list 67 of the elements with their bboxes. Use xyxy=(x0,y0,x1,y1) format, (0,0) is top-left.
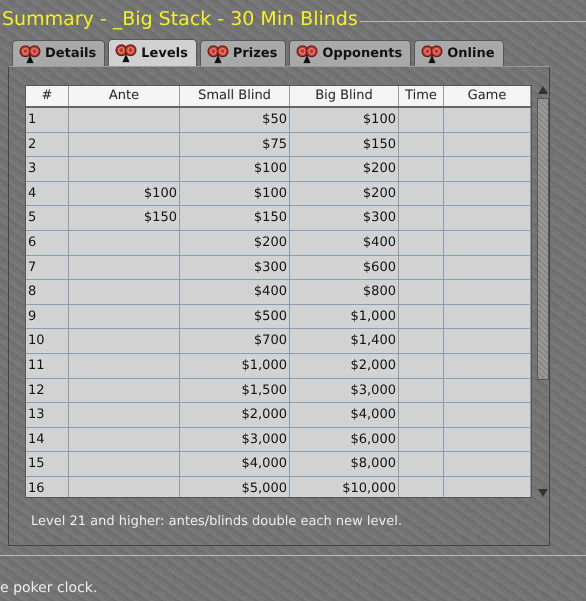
table-cell: 13 xyxy=(28,407,45,422)
chips-icon xyxy=(206,44,229,64)
table-cell: 1 xyxy=(28,112,36,127)
table-cell: $150 xyxy=(254,210,287,226)
table-cell: $150 xyxy=(144,210,177,226)
chips-icon xyxy=(421,44,444,64)
table-cell: $8,000 xyxy=(350,456,396,472)
tab[interactable]: Prizes xyxy=(200,40,286,66)
table-cell: $6,000 xyxy=(350,432,396,447)
table-cell: $100 xyxy=(254,161,287,176)
table-cell: 8 xyxy=(28,284,36,300)
table-cell: $400 xyxy=(254,284,287,300)
scroll-up-icon[interactable] xyxy=(536,85,548,95)
table-cell: $800 xyxy=(362,284,396,300)
tab[interactable]: Details xyxy=(12,40,106,66)
table-cell: 9 xyxy=(28,308,36,324)
table-cell: $300 xyxy=(362,210,396,226)
table-cell: 12 xyxy=(28,382,45,398)
table-cell: $2,000 xyxy=(242,407,287,422)
table-cell: $5,000 xyxy=(242,480,287,496)
tab[interactable]: Levels xyxy=(108,39,197,66)
table-cell: 10 xyxy=(28,333,45,348)
table-cell: $50 xyxy=(262,112,287,127)
table-cell: $3,000 xyxy=(350,382,396,398)
table-cell: $4,000 xyxy=(350,407,396,422)
table-cell: $300 xyxy=(254,260,287,275)
table-cell: 3 xyxy=(28,161,36,176)
table-cell: 2 xyxy=(28,136,36,152)
scroll-thumb[interactable] xyxy=(536,98,548,380)
table-cell: 14 xyxy=(28,432,45,447)
status-text: e poker clock. xyxy=(0,580,98,596)
chips-icon xyxy=(19,44,41,64)
note-text: Level 21 and higher: antes/blinds double each new level. xyxy=(30,514,403,529)
table-cell: $200 xyxy=(362,186,396,201)
table-cell: $100 xyxy=(144,186,177,201)
table-cell: $150 xyxy=(362,136,396,152)
chips-icon xyxy=(115,43,138,63)
table-cell: $1,500 xyxy=(242,382,287,398)
table-cell: 4 xyxy=(28,186,36,201)
scrollbar[interactable] xyxy=(536,85,549,498)
table-cell: $1,000 xyxy=(350,308,396,324)
table-cell: $10,000 xyxy=(342,480,396,496)
table-cell: 15 xyxy=(28,456,45,472)
window-title: Summary - _Big Stack - 30 Min Blinds xyxy=(1,8,358,30)
table-cell: 5 xyxy=(28,210,36,226)
table-cell: $4,000 xyxy=(242,456,287,472)
table-cell: $200 xyxy=(254,234,287,250)
table-cell: $3,000 xyxy=(242,432,287,447)
table-cell: $2,000 xyxy=(350,358,396,373)
table-cell: 6 xyxy=(28,234,36,250)
table-cell: $100 xyxy=(254,186,287,201)
chips-icon xyxy=(296,44,318,64)
table-cell: 7 xyxy=(28,260,36,275)
table-cell: $400 xyxy=(362,234,396,250)
tab[interactable]: Opponents xyxy=(289,40,412,66)
table-cell: $500 xyxy=(254,308,287,324)
table-cell: $1,400 xyxy=(350,333,396,348)
tab[interactable]: Online xyxy=(414,40,504,66)
table-cell: $100 xyxy=(362,112,396,127)
table-cell: $600 xyxy=(362,260,396,275)
table-cell: $200 xyxy=(362,161,396,176)
scroll-down-icon[interactable] xyxy=(536,488,548,498)
table-cell: $1,000 xyxy=(242,358,287,373)
table-cell: 16 xyxy=(28,480,45,496)
table-cell: 11 xyxy=(28,358,45,373)
table-cell: $75 xyxy=(262,136,287,152)
table-cell: $700 xyxy=(254,333,287,348)
